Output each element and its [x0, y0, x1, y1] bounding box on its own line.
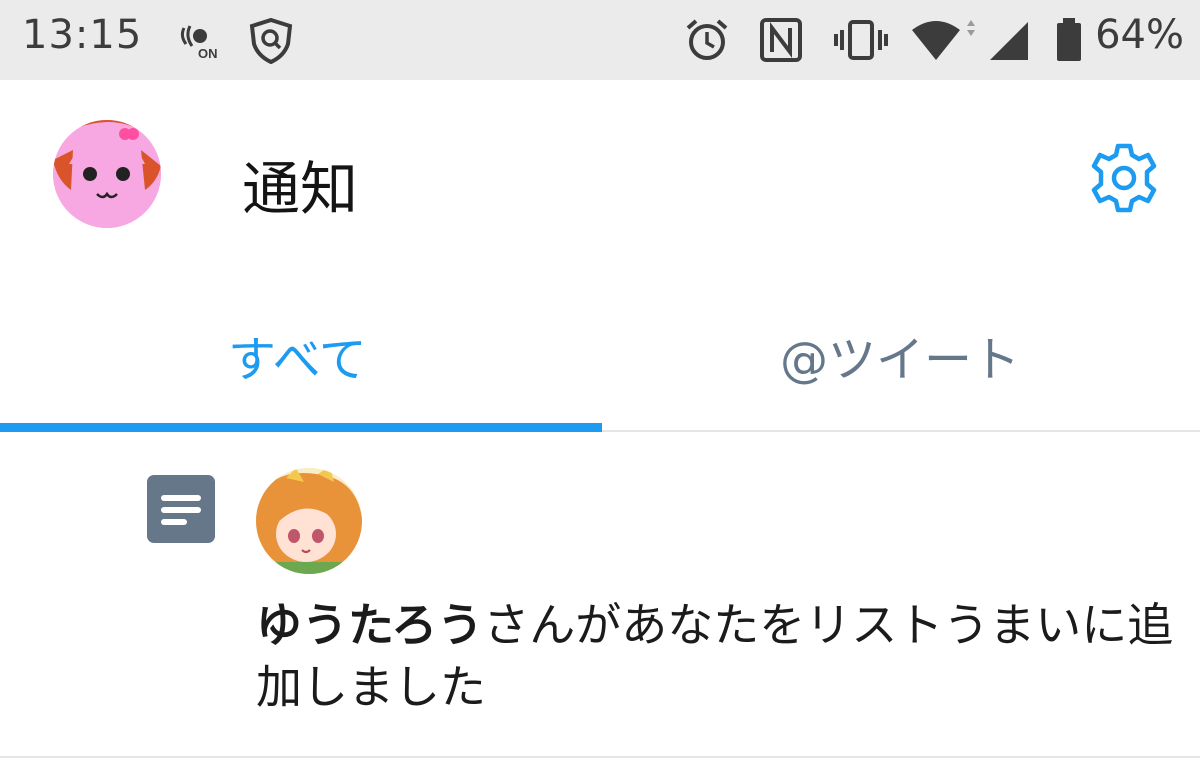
gear-icon[interactable] — [1086, 140, 1162, 216]
list-item[interactable]: ゆうたろうさんがあなたをリストうまいに追加しました — [0, 430, 1200, 758]
status-time: 13:15 — [22, 12, 143, 58]
nfc-icon — [760, 18, 802, 62]
avatar[interactable] — [53, 120, 161, 228]
notification-user-name[interactable]: ゆうたろう — [256, 598, 483, 652]
wifi-icon — [912, 20, 975, 60]
page-title: 通知 — [242, 155, 359, 223]
avatar[interactable] — [256, 468, 362, 574]
signal-icon — [990, 22, 1028, 60]
alarm-icon — [686, 19, 728, 60]
status-bar: 13:15 ON 64% — [0, 0, 1200, 80]
notification-text: ゆうたろうさんがあなたをリストうまいに追加しました — [256, 594, 1176, 718]
battery-icon — [1057, 18, 1081, 61]
tab-mentions[interactable]: @ツイート — [780, 320, 1020, 390]
vibrate-icon — [834, 20, 888, 60]
nfc-on-icon: ON — [180, 25, 218, 61]
svg-text:ON: ON — [198, 46, 218, 61]
list-icon — [147, 475, 215, 543]
vpn-shield-icon — [249, 17, 293, 64]
tab-bar: すべて @ツイート — [0, 280, 1200, 432]
battery-percent: 64% — [1095, 12, 1184, 58]
app-header: 通知 — [0, 80, 1200, 280]
tab-all[interactable]: すべて — [228, 320, 367, 390]
